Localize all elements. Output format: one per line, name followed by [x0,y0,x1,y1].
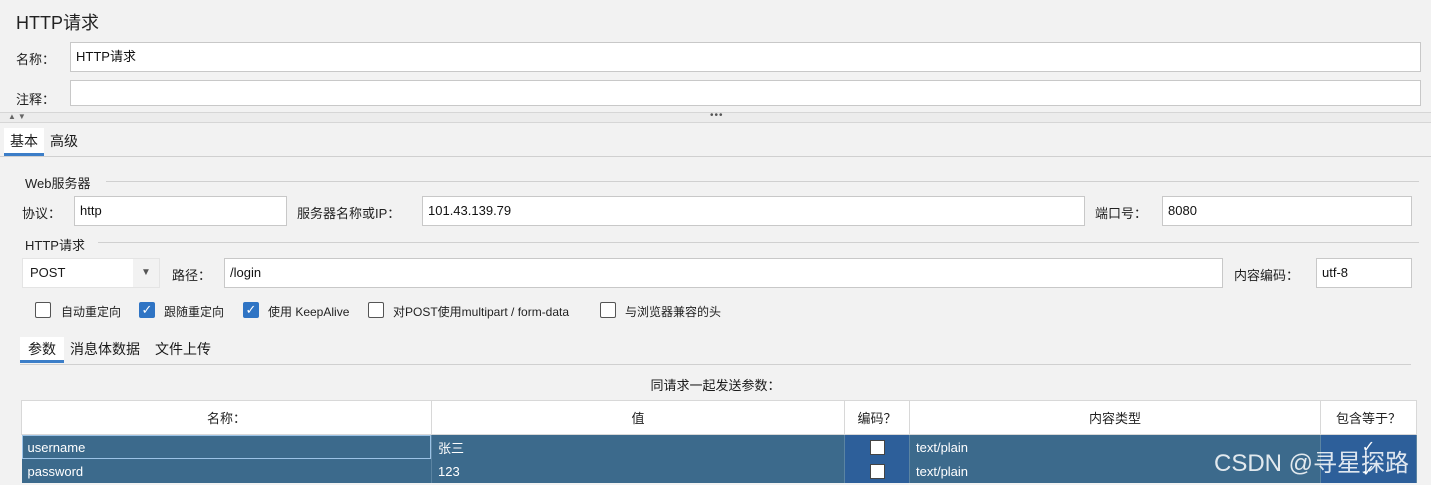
protocol-label: 协议： [22,206,62,221]
encode-checkbox[interactable] [869,464,885,480]
chevron-down-icon[interactable]: ▼ [133,259,159,287]
multipart-label: 对POST使用multipart / form-data [393,305,570,319]
keepalive-checkbox[interactable]: ✓ [243,302,259,318]
tab-divider [0,156,1431,157]
encode-cell[interactable] [844,459,910,483]
group-divider [98,242,1419,243]
name-label: 名称： [16,52,56,67]
comment-input[interactable] [70,80,1421,106]
follow-redirect-label: 跟随重定向 [164,305,225,319]
auto-redirect-checkbox[interactable] [35,302,51,318]
param-name-cell[interactable]: username [21,434,432,459]
tab-file-upload[interactable]: 文件上传 [155,337,211,363]
name-input[interactable]: HTTP请求 [70,42,1421,72]
col-header-name[interactable]: 名称： [21,400,432,435]
tab-parameters[interactable]: 参数 [20,337,64,363]
web-server-group-label: Web服务器 [25,176,91,191]
server-input[interactable]: 101.43.139.79 [422,196,1085,226]
params-table: 名称： 值 编码？ 内容类型 包含等于？ username 张三 text/pl… [21,400,1417,483]
path-label: 路径： [172,268,212,283]
method-value: POST [30,265,66,280]
table-row[interactable]: username 张三 text/plain ✓ [21,434,1417,459]
collapse-arrows-icon[interactable]: ▲▼ [8,112,28,122]
comment-label: 注释： [16,92,56,107]
multipart-checkbox[interactable] [368,302,384,318]
browser-headers-label: 与浏览器兼容的头 [625,305,722,319]
encode-checkbox[interactable] [869,440,885,456]
watermark: CSDN @寻星探路 [1214,450,1410,477]
col-header-include-equals[interactable]: 包含等于？ [1320,400,1417,435]
param-value-cell[interactable]: 张三 [431,434,845,459]
table-row[interactable]: password 123 text/plain ✓ [21,459,1417,483]
port-input[interactable]: 8080 [1162,196,1412,226]
keepalive-label: 使用 KeepAlive [268,305,350,319]
port-label: 端口号： [1095,206,1148,221]
server-label: 服务器名称或IP： [297,206,401,221]
params-caption: 同请求一起发送参数： [650,378,781,393]
encoding-label: 内容编码： [1234,268,1300,283]
col-header-content-type[interactable]: 内容类型 [909,400,1321,435]
encoding-input[interactable]: utf-8 [1316,258,1412,288]
method-select[interactable]: POST ▼ [22,258,160,288]
encode-cell[interactable] [844,434,910,459]
follow-redirect-checkbox[interactable]: ✓ [139,302,155,318]
subtab-divider [20,364,1411,365]
param-name-cell[interactable]: password [21,459,432,483]
path-input[interactable]: /login [224,258,1223,288]
page-title: HTTP请求 [16,13,99,33]
tab-body-data[interactable]: 消息体数据 [70,337,140,363]
protocol-input[interactable]: http [74,196,287,226]
col-header-value[interactable]: 值 [431,400,845,435]
group-divider [106,181,1419,182]
drag-handle-icon[interactable]: ••• [710,111,724,121]
browser-headers-checkbox[interactable] [600,302,616,318]
tab-advanced[interactable]: 高级 [50,128,78,156]
http-request-group-label: HTTP请求 [25,238,85,253]
tab-basic[interactable]: 基本 [4,128,44,156]
auto-redirect-label: 自动重定向 [61,305,122,319]
param-value-cell[interactable]: 123 [431,459,845,483]
col-header-encode[interactable]: 编码？ [844,400,910,435]
